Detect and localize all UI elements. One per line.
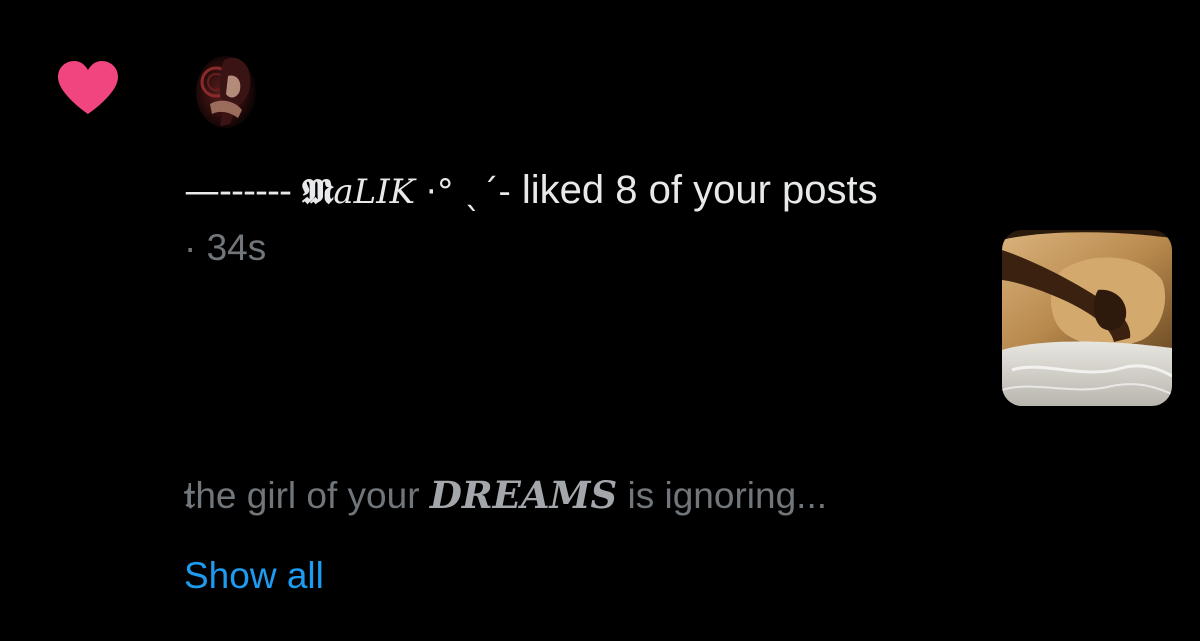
preview-text-emphasis: DREAMS (429, 473, 618, 517)
timestamp: · 34s (184, 227, 267, 268)
heart-icon (58, 61, 118, 114)
actor-name-initial: 𝕸 (302, 172, 334, 212)
preview-text-start: he girl of your (195, 475, 430, 516)
show-all-link[interactable]: Show all (184, 553, 324, 599)
notification-headline: —------ 𝕸aLIK ·° ˎˊ- liked 8 of your pos… (184, 166, 878, 216)
post-preview-text: 𝔱he girl of your DREAMS is ignoring... (184, 472, 827, 519)
action-text: liked 8 of your posts (510, 168, 878, 212)
preview-text-end: is ignoring... (617, 475, 828, 516)
actor-avatar[interactable] (190, 46, 266, 132)
actor-name-rest: aLIK (333, 172, 416, 212)
like-notification[interactable]: —------ 𝕸aLIK ·° ˎˊ- liked 8 of your pos… (0, 0, 1200, 641)
preview-first-char: 𝔱 (184, 473, 196, 517)
actor-name-decoration: ·° ˎˊ- (415, 172, 511, 212)
post-thumbnail[interactable] (1002, 230, 1172, 406)
actor-name-link[interactable]: —------ 𝕸aLIK ·° ˎˊ- (184, 168, 511, 212)
actor-name-dash: —------ (184, 171, 292, 212)
